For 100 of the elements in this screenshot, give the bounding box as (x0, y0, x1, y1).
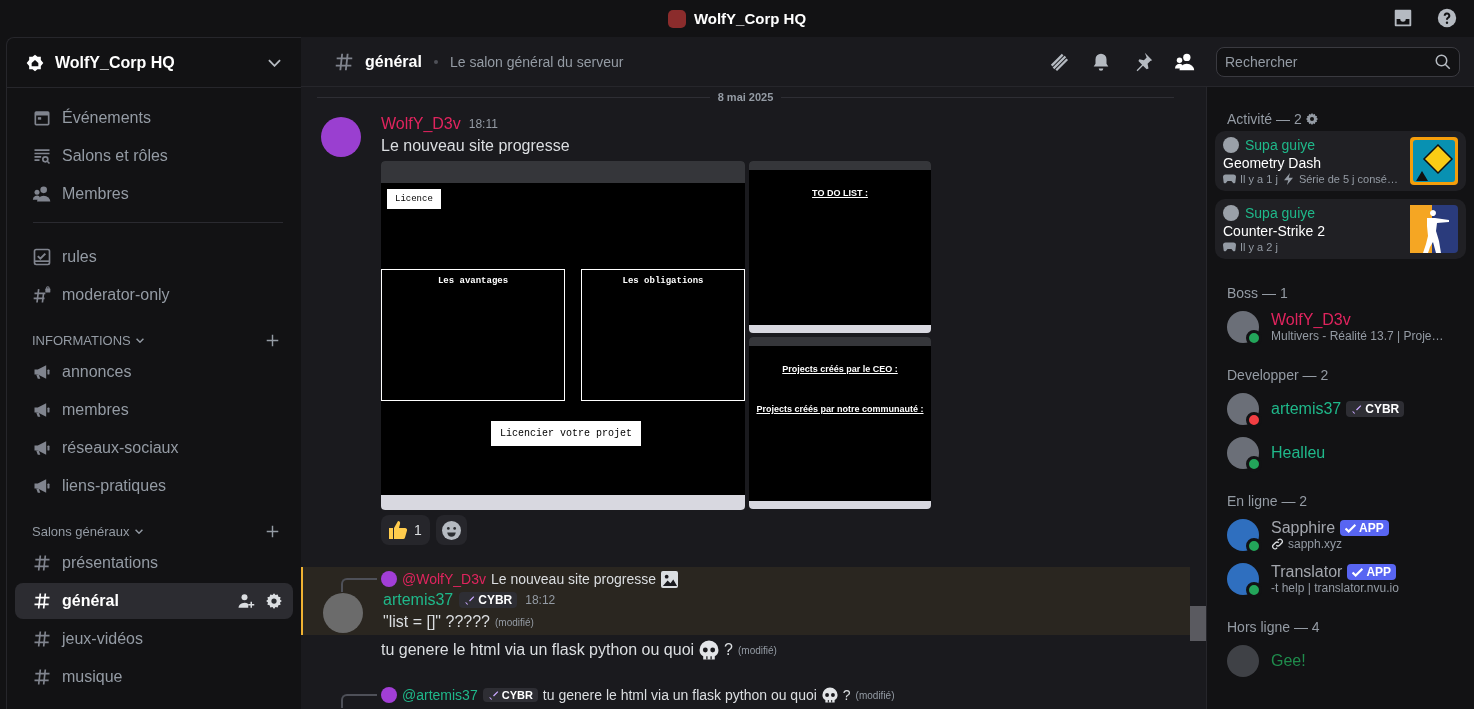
channel-topic: Le salon général du serveur (449, 53, 624, 70)
reply-author[interactable]: @artemis37 (402, 687, 478, 703)
member-name: artemis37 (1271, 400, 1342, 418)
channel-item[interactable]: jeux-vidéos (15, 621, 293, 657)
sword-icon (464, 594, 476, 606)
edited-label: (modifié) (855, 689, 895, 701)
channel-item[interactable]: liens-pratiques (15, 468, 293, 504)
game-title: Counter-Strike 2 (1223, 223, 1326, 239)
gamepad-icon (1223, 173, 1236, 185)
channel-item[interactable]: rules (15, 239, 293, 275)
channel-item[interactable]: réseaux-sociaux (15, 430, 293, 466)
hash-icon (32, 629, 52, 649)
section-header: Developper — 2 (1227, 367, 1329, 383)
channel-item[interactable]: moderator-only (15, 277, 293, 313)
search-field[interactable]: Rechercher (1216, 46, 1460, 77)
member-name: Supa guiye (1245, 137, 1316, 153)
member-item[interactable]: Sapphire APP sapph.xyz (1215, 513, 1466, 557)
reply-preview-end[interactable]: ? (842, 687, 851, 703)
activity-card[interactable]: Supa guiye Geometry Dash Il y a 1 j Série de 5 j consé… (1215, 131, 1466, 191)
avatar (381, 571, 397, 587)
chevron-down-icon (134, 529, 143, 534)
channel-item[interactable]: annonces (15, 354, 293, 390)
sidebar-item[interactable]: Salons et rôles (15, 138, 293, 174)
scrollbar[interactable] (1190, 87, 1206, 709)
member-name: WolfY_D3v (1271, 311, 1351, 329)
member-name: Healleu (1271, 444, 1326, 462)
list-search-icon (32, 146, 52, 166)
inbox-icon[interactable] (1392, 7, 1414, 29)
sword-icon (1351, 403, 1363, 415)
category-header[interactable]: INFORMATIONS (32, 333, 131, 348)
avatar (1227, 645, 1259, 677)
people-icon (32, 184, 52, 204)
game-art-icon (1410, 205, 1458, 253)
reply-preview[interactable]: Le nouveau site progresse (491, 571, 656, 587)
channel-item[interactable]: membres (15, 392, 293, 428)
author-name[interactable]: WolfY_D3v (381, 115, 461, 133)
gamepad-icon (1223, 241, 1236, 253)
activity-streak: Série de 5 j consé… (1298, 173, 1398, 185)
edited-label: (modifié) (495, 616, 534, 628)
home-icon (25, 52, 45, 73)
hash-icon (32, 667, 52, 687)
edited-label: (modifié) (738, 644, 777, 656)
sidebar-item[interactable]: Membres (15, 176, 293, 212)
member-item[interactable]: WolfY_D3v Multivers - Réalité 13.7 | Proje… (1215, 305, 1466, 349)
settings-icon[interactable] (265, 592, 283, 610)
author-name[interactable]: artemis37 (383, 591, 454, 609)
settings-icon[interactable] (1305, 113, 1318, 125)
reply-connector (341, 694, 377, 708)
checkbox-icon (32, 247, 52, 267)
category-header[interactable]: Salons généraux (32, 524, 130, 539)
section-header: En ligne — 2 (1227, 493, 1308, 509)
member-name: Gee! (1271, 652, 1306, 670)
member-item[interactable]: Translator APP -t help | translator.nvu.io (1215, 557, 1466, 601)
sidebar-item[interactable]: Événements (15, 100, 293, 136)
avatar (381, 687, 397, 703)
chevron-down-icon (135, 338, 144, 343)
checkmark-icon (1345, 522, 1357, 534)
member-name: Sapphire (1271, 519, 1336, 537)
screenshot-attachment[interactable]: Projects créés par le CEO : Projects créés par notre communauté : (749, 337, 931, 509)
reply-preview[interactable]: tu genere le html via un flask python ou quoi (542, 687, 817, 703)
avatar (1223, 137, 1239, 153)
reaction-button[interactable]: 1 (381, 515, 430, 545)
activity-time: Il y a 1 j (1240, 173, 1278, 185)
server-header[interactable]: WolfY_Corp HQ (7, 38, 301, 88)
page-heading: Projects créés par le CEO : (782, 364, 898, 374)
page-button: Licencier votre projet (491, 421, 641, 446)
member-name: Supa guiye (1245, 205, 1316, 221)
message-text: "list = []" ????? (383, 613, 490, 631)
channel-title: général (365, 52, 422, 71)
thumbs-up-icon (389, 520, 408, 540)
checkmark-icon (1352, 566, 1364, 578)
channel-item[interactable]: général (15, 583, 293, 619)
plus-icon[interactable] (266, 525, 279, 538)
avatar (1223, 205, 1239, 221)
plus-icon[interactable] (266, 334, 279, 347)
add-member-icon[interactable] (237, 592, 255, 610)
section-header: Activité — 2 (1227, 111, 1302, 127)
member-item[interactable]: artemis37 CYBR (1215, 387, 1466, 431)
avatar[interactable] (321, 117, 361, 157)
page-heading: TO DO LIST : (812, 188, 868, 198)
screenshot-attachment[interactable]: TO DO LIST : (749, 161, 931, 333)
help-icon[interactable] (1436, 7, 1458, 29)
calendar-icon (32, 108, 52, 128)
clan-tag: CYBR (482, 688, 538, 702)
member-item[interactable]: Gee! (1215, 639, 1466, 683)
member-status-text: Multivers - Réalité 13.7 | Proje… (1271, 329, 1444, 343)
server-name: WolfY_Corp HQ (55, 53, 176, 72)
screenshot-attachment[interactable]: Licence Les avantages Les obligations Licencier votre projet (381, 161, 745, 510)
member-item[interactable]: Healleu (1215, 431, 1466, 475)
activity-card[interactable]: Supa guiye Counter-Strike 2 Il y a 2 j (1215, 199, 1466, 259)
member-status-text: sapph.xyz (1288, 537, 1343, 551)
smiley-icon (441, 520, 461, 540)
window-title: WolfY_Corp HQ (693, 10, 807, 27)
avatar[interactable] (323, 593, 363, 633)
reply-connector (341, 578, 377, 592)
section-header: Boss — 1 (1227, 285, 1288, 301)
channel-item[interactable]: présentations (15, 545, 293, 581)
app-badge: APP (1340, 520, 1389, 536)
add-reaction-button[interactable] (435, 515, 467, 545)
channel-item[interactable]: musique (15, 659, 293, 695)
